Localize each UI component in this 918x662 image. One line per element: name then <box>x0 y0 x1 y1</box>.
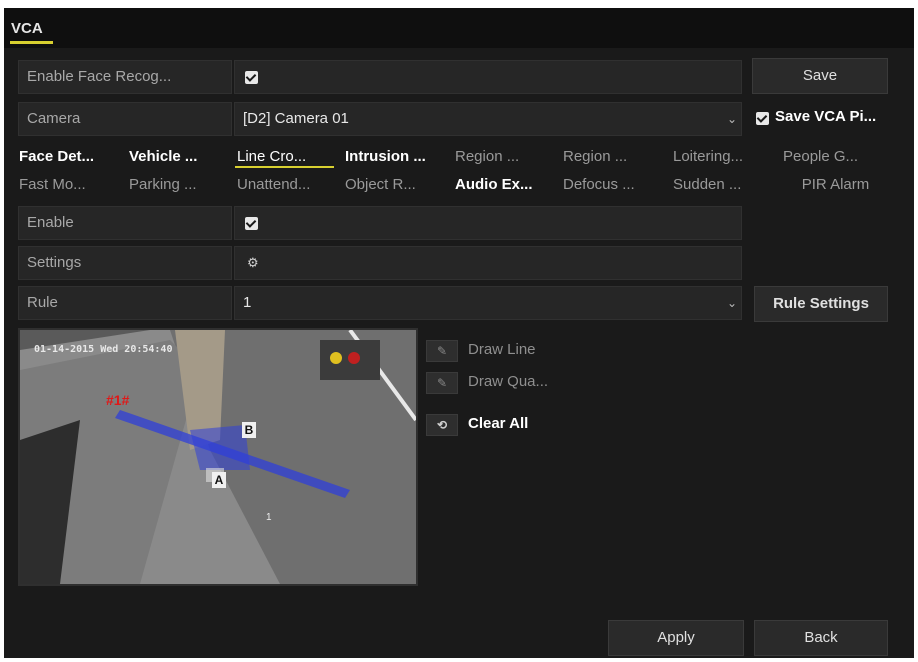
tab-intrusion[interactable]: Intrusion ... <box>340 146 450 168</box>
tab-line-crossing[interactable]: Line Cro... <box>232 146 340 168</box>
camera-preview[interactable]: 01-14-2015 Wed 20:54:40 #1# B A 1 <box>18 328 418 586</box>
osd-timestamp: 01-14-2015 Wed 20:54:40 <box>34 344 173 355</box>
rule-settings-button[interactable]: Rule Settings <box>754 286 888 322</box>
draw-quad-label: Draw Qua... <box>468 373 549 390</box>
title-underline <box>10 41 53 44</box>
tab-pir-alarm[interactable]: PIR Alarm <box>778 174 888 196</box>
enable-field <box>234 206 742 240</box>
enable-checkbox[interactable] <box>245 217 258 230</box>
page-title: VCA <box>11 20 43 37</box>
edit-icon: ✎ <box>426 372 458 394</box>
face-recog-label: Enable Face Recog... <box>18 60 232 94</box>
tab-fast-moving[interactable]: Fast Mo... <box>14 174 124 196</box>
face-recog-field <box>234 60 742 94</box>
line-endpoint-b[interactable]: B <box>242 422 256 438</box>
tab-parking[interactable]: Parking ... <box>124 174 232 196</box>
rule-line-label: #1# <box>106 392 130 408</box>
back-button[interactable]: Back <box>754 620 888 656</box>
camera-select[interactable]: [D2] Camera 01 ⌄ <box>234 102 742 136</box>
pencil-icon: ✎ <box>426 340 458 362</box>
clear-all-label: Clear All <box>468 415 529 432</box>
save-vca-pic-checkbox[interactable] <box>756 112 769 125</box>
vca-screen: VCA Enable Face Recog... Save Camera [D2… <box>4 8 914 658</box>
preview-scene <box>20 330 416 584</box>
gear-icon[interactable]: ⚙ <box>247 247 259 279</box>
tab-region-exiting[interactable]: Region ... <box>558 146 668 168</box>
clear-icon: ⟲ <box>426 414 458 436</box>
tab-loitering[interactable]: Loitering... <box>668 146 778 168</box>
enable-label: Enable <box>18 206 232 240</box>
draw-line-label: Draw Line <box>468 341 536 358</box>
rule-select[interactable]: 1 ⌄ <box>234 286 742 320</box>
rule-label: Rule <box>18 286 232 320</box>
tab-unattended-baggage[interactable]: Unattend... <box>232 174 340 196</box>
save-button[interactable]: Save <box>752 58 888 94</box>
rule-value: 1 <box>243 294 252 311</box>
tab-sudden-scene-change[interactable]: Sudden ... <box>668 174 778 196</box>
title-bar: VCA <box>4 8 914 48</box>
apply-button[interactable]: Apply <box>608 620 744 656</box>
settings-label: Settings <box>18 246 232 280</box>
preview-small-text: 1 <box>266 512 272 523</box>
camera-value: [D2] Camera 01 <box>243 110 349 127</box>
tab-people-gathering[interactable]: People G... <box>778 146 888 168</box>
tab-defocus[interactable]: Defocus ... <box>558 174 668 196</box>
tab-vehicle[interactable]: Vehicle ... <box>124 146 232 168</box>
tab-audio-exception[interactable]: Audio Ex... <box>450 174 558 196</box>
chevron-down-icon: ⌄ <box>727 296 738 310</box>
chevron-down-icon: ⌄ <box>727 112 738 126</box>
camera-label: Camera <box>18 102 232 136</box>
face-recog-checkbox[interactable] <box>245 71 258 84</box>
tab-region-entrance[interactable]: Region ... <box>450 146 558 168</box>
tab-face-detection[interactable]: Face Det... <box>14 146 124 168</box>
line-endpoint-a[interactable]: A <box>212 472 226 488</box>
tab-object-removal[interactable]: Object R... <box>340 174 450 196</box>
settings-field: ⚙ <box>234 246 742 280</box>
save-vca-pic-label: Save VCA Pi... <box>775 108 877 125</box>
